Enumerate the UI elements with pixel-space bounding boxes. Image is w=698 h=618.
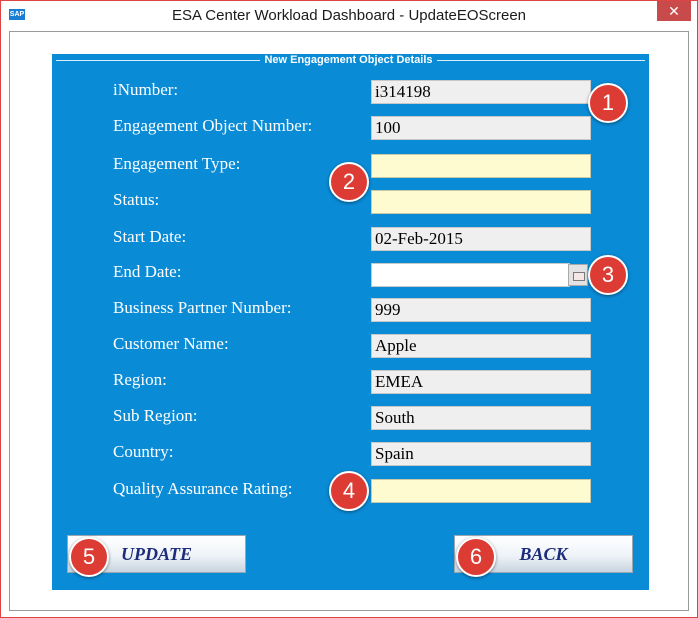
- sub-region-label: Sub Region:: [113, 406, 198, 425]
- status-field[interactable]: [371, 190, 591, 214]
- callout-badge-2: 2: [329, 162, 369, 202]
- country-label: Country:: [113, 442, 174, 461]
- start-date-field[interactable]: 02-Feb-2015: [371, 227, 591, 251]
- callout-badge-3: 3: [588, 255, 628, 295]
- title-bar: SAP ESA Center Workload Dashboard - Upda…: [1, 1, 697, 31]
- group-title: New Engagement Object Details: [0, 54, 697, 66]
- inumber-label: iNumber:: [113, 80, 179, 99]
- qa-rating-field[interactable]: [371, 479, 591, 503]
- region-field[interactable]: EMEA: [371, 370, 591, 394]
- eo-number-label: Engagement Object Number:: [113, 116, 313, 135]
- engagement-type-field[interactable]: [371, 154, 591, 178]
- eo-number-field[interactable]: 100: [371, 116, 591, 140]
- customer-name-field[interactable]: Apple: [371, 334, 591, 358]
- end-date-label: End Date:: [113, 262, 182, 281]
- sub-region-field[interactable]: South: [371, 406, 591, 430]
- bp-number-field[interactable]: 999: [371, 298, 591, 322]
- end-date-field[interactable]: [371, 263, 570, 287]
- status-label: Status:: [113, 190, 160, 209]
- qa-rating-label: Quality Assurance Rating:: [113, 479, 293, 498]
- country-field[interactable]: Spain: [371, 442, 591, 466]
- start-date-label: Start Date:: [113, 227, 187, 246]
- engagement-type-label: Engagement Type:: [113, 154, 241, 173]
- callout-badge-6: 6: [456, 537, 496, 577]
- group-title-text: New Engagement Object Details: [260, 54, 437, 66]
- region-label: Region:: [113, 370, 167, 389]
- callout-badge-4: 4: [329, 471, 369, 511]
- calendar-button[interactable]: [568, 264, 588, 286]
- callout-badge-5: 5: [69, 537, 109, 577]
- customer-name-label: Customer Name:: [113, 334, 229, 353]
- callout-badge-1: 1: [588, 83, 628, 123]
- close-button[interactable]: ✕: [657, 1, 691, 21]
- window-title: ESA Center Workload Dashboard - UpdateEO…: [171, 7, 527, 24]
- inumber-field[interactable]: i314198: [371, 80, 591, 104]
- calendar-icon: [573, 272, 585, 281]
- bp-number-label: Business Partner Number:: [113, 298, 292, 317]
